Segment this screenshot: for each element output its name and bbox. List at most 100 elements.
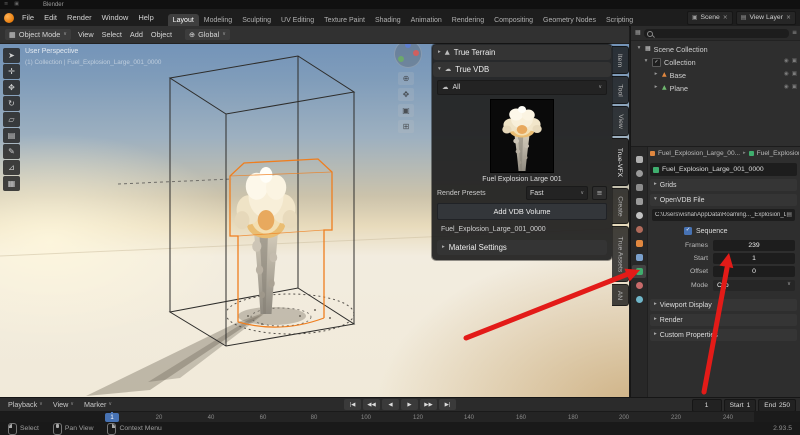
collapse-icon[interactable]: ▸ <box>442 245 445 251</box>
collapse-icon[interactable]: ▸ <box>654 317 657 323</box>
true-vdb-panel-header[interactable]: ▾ ☁ True VDB <box>433 62 611 77</box>
workspace-tab-uv-editing[interactable]: UV Editing <box>276 14 319 26</box>
datablock-selector[interactable]: Fuel_Explosion_Large_001_0000 <box>650 163 797 176</box>
workspace-tab-modeling[interactable]: Modeling <box>199 14 237 26</box>
scene-unlink-icon[interactable]: × <box>723 15 728 21</box>
cursor-tool[interactable]: ✛ <box>3 64 20 79</box>
render-section-header[interactable]: ▸ Render <box>650 314 797 326</box>
sequence-checkbox[interactable]: ✓ <box>684 227 692 235</box>
frames-field[interactable]: 239 <box>713 240 795 251</box>
outliner-row-scene-collection[interactable]: ▾ ▦ Scene Collection <box>631 43 800 55</box>
tab-create[interactable]: Create <box>612 188 629 224</box>
tab-true-assets[interactable]: True Assets <box>612 226 629 282</box>
zoom-icon[interactable]: ⊕ <box>398 72 414 85</box>
properties-tab-world[interactable] <box>632 223 646 236</box>
workspace-tab-geometry-nodes[interactable]: Geometry Nodes <box>538 14 601 26</box>
timeline-view-menu[interactable]: View∨ <box>53 400 74 409</box>
workspace-tab-layout[interactable]: Layout <box>168 14 199 26</box>
true-terrain-panel-header[interactable]: ▸ ▲ True Terrain <box>433 45 611 60</box>
expand-icon[interactable]: ▾ <box>643 59 649 65</box>
offset-field[interactable]: 0 <box>713 266 795 277</box>
outliner-search-input[interactable] <box>644 29 789 38</box>
preset-options-button[interactable]: ≡ <box>592 186 607 200</box>
expand-icon[interactable]: ▸ <box>653 85 659 91</box>
tab-view[interactable]: View <box>612 106 629 136</box>
expand-icon[interactable]: ▾ <box>438 67 441 73</box>
jump-to-end-button[interactable]: ▶| <box>439 399 456 410</box>
playhead-frame-badge[interactable]: 1 <box>105 413 119 422</box>
expand-icon[interactable]: ▸ <box>653 72 659 78</box>
measure-tool[interactable]: ⊿ <box>3 160 20 175</box>
outliner-row-collection[interactable]: ▾ ✓ Collection ◉ ▣ <box>631 56 800 68</box>
camera-icon[interactable]: ▣ <box>792 59 797 65</box>
workspace-tab-texture-paint[interactable]: Texture Paint <box>319 14 370 26</box>
custom-properties-section-header[interactable]: ▸ Custom Properties <box>650 329 797 341</box>
prev-keyframe-button[interactable]: ◀◀ <box>363 399 380 410</box>
workspace-tab-shading[interactable]: Shading <box>370 14 406 26</box>
start-field[interactable]: 1 <box>713 253 795 264</box>
add-vdb-volume-button[interactable]: Add VDB Volume <box>437 203 607 220</box>
workspace-tab-compositing[interactable]: Compositing <box>489 14 538 26</box>
breadcrumb-data[interactable]: Fuel_Explosion_Large_00... <box>757 150 799 157</box>
menu-file[interactable]: File <box>18 13 38 22</box>
eye-icon[interactable]: ◉ <box>784 72 789 78</box>
properties-tab-render[interactable] <box>632 167 646 180</box>
tab-item[interactable]: Item <box>612 46 629 74</box>
add-menu[interactable]: Add <box>129 30 144 39</box>
openvdb-section-header[interactable]: ▾ OpenVDB File <box>650 194 797 206</box>
grids-section-header[interactable]: ▸ Grids <box>650 179 797 191</box>
eye-icon[interactable]: ◉ <box>784 85 789 91</box>
properties-tab-output[interactable] <box>632 181 646 194</box>
add-cube-tool[interactable]: ▦ <box>3 176 20 191</box>
mode-dropdown[interactable]: Clip ∨ <box>713 280 795 291</box>
scene-selector[interactable]: ▣ Scene × <box>687 11 733 25</box>
tab-tool[interactable]: Tool <box>612 76 629 104</box>
menu-help[interactable]: Help <box>134 13 157 22</box>
collapse-icon[interactable]: ▸ <box>654 302 657 308</box>
camera-icon[interactable]: ▣ <box>792 85 797 91</box>
asset-thumbnail[interactable] <box>490 99 554 173</box>
tab-an[interactable]: AN <box>612 284 629 306</box>
jump-to-start-button[interactable]: |◀ <box>344 399 361 410</box>
move-tool[interactable]: ✥ <box>3 80 20 95</box>
outliner-display-mode-icon[interactable]: ▦ <box>635 30 641 36</box>
workspace-tab-animation[interactable]: Animation <box>406 14 447 26</box>
category-dropdown[interactable]: ☁ All ∨ <box>437 80 607 95</box>
explosion-volume[interactable] <box>235 167 298 314</box>
collapse-icon[interactable]: ▸ <box>438 50 441 56</box>
workspace-tab-sculpting[interactable]: Sculpting <box>237 14 276 26</box>
object-menu[interactable]: Object <box>150 30 173 39</box>
pan-icon[interactable]: ✥ <box>398 88 414 101</box>
annotate-tool[interactable]: ✎ <box>3 144 20 159</box>
properties-tab-material[interactable] <box>632 279 646 292</box>
outliner-row-base[interactable]: ▸ ▲ Base ◉ ▣ <box>631 69 800 81</box>
navigation-gizmo[interactable] <box>394 40 422 68</box>
render-presets-dropdown[interactable]: Fast ∨ <box>526 186 588 200</box>
transform-tool[interactable]: ▤ <box>3 128 20 143</box>
playback-menu[interactable]: Playback∨ <box>8 400 43 409</box>
breadcrumb-object[interactable]: Fuel_Explosion_Large_00... <box>658 150 740 157</box>
view-layer-selector[interactable]: ▤ View Layer × <box>736 11 796 25</box>
workspace-tab-scripting[interactable]: Scripting <box>601 14 638 26</box>
viewport-display-section-header[interactable]: ▸ Viewport Display <box>650 299 797 311</box>
blender-logo-icon[interactable] <box>4 13 14 23</box>
properties-tab-scene[interactable] <box>632 209 646 222</box>
properties-tab-view-layer[interactable] <box>632 195 646 208</box>
orientation-dropdown[interactable]: ⊕ Global ∨ <box>185 29 230 40</box>
camera-view-icon[interactable]: ▣ <box>398 104 414 117</box>
expand-icon[interactable]: ▾ <box>654 197 657 203</box>
viewport-3d[interactable]: User Perspective (1) Collection | Fuel_E… <box>0 26 629 397</box>
collection-checkbox[interactable]: ✓ <box>652 58 661 67</box>
filter-icon[interactable]: ≡ <box>792 30 797 36</box>
folder-icon[interactable]: ▤ <box>786 212 792 218</box>
vdb-file-path-field[interactable]: C:\Users\vishal\AppData\Roaming..._Explo… <box>652 209 795 221</box>
play-reverse-button[interactable]: ◀ <box>382 399 399 410</box>
rotate-tool[interactable]: ↻ <box>3 96 20 111</box>
view-layer-unlink-icon[interactable]: × <box>786 15 791 21</box>
expand-icon[interactable]: ▾ <box>636 46 642 52</box>
outliner-row-plane[interactable]: ▸ ▲ Plane ◉ ▣ <box>631 82 800 94</box>
play-button[interactable]: ▶ <box>401 399 418 410</box>
mode-dropdown[interactable]: ▦ Object Mode ∨ <box>5 29 71 40</box>
select-menu[interactable]: Select <box>101 30 123 39</box>
camera-icon[interactable]: ▣ <box>792 72 797 78</box>
